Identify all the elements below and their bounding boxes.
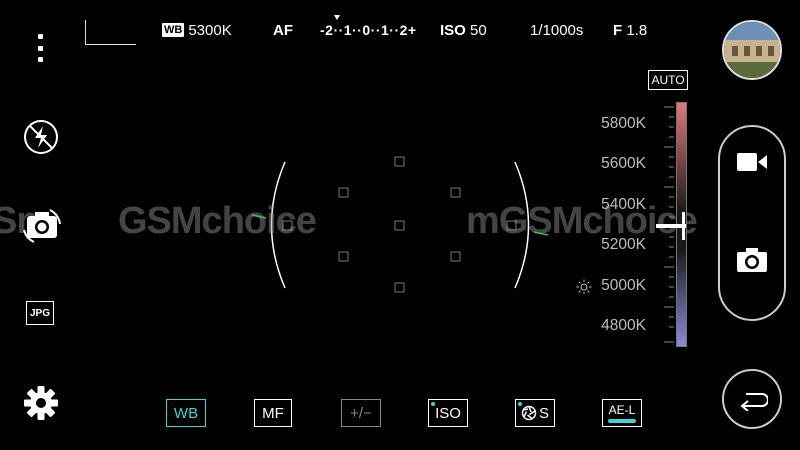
settings-gear-icon[interactable] [22,384,60,422]
thumbnail-image [724,22,780,78]
photo-camera-icon [737,248,767,272]
iso-status-label: ISO [440,21,466,39]
ae-lock-button[interactable]: AE-L [602,399,642,427]
iso-button-label: ISO [435,404,461,422]
iso-status: ISO 50 [440,18,487,42]
wb-status-value: 5300K [188,21,232,39]
flash-off-icon[interactable] [22,118,60,156]
iso-button[interactable]: ISO [428,399,468,427]
shutter-button-label: S [538,404,549,422]
wb-label-5200: 5200K [601,236,646,253]
aperture-icon [521,405,537,421]
shutter-status: 1/1000s [530,21,584,39]
aperture-status: F 1.8 [613,18,647,42]
gallery-thumbnail[interactable] [722,20,782,80]
wb-label-5400: 5400K [601,196,646,213]
wb-status: WB 5300K [162,18,232,42]
iso-status-value: 50 [470,21,487,39]
exposure-button[interactable]: +/− [341,399,381,427]
wb-label-5000: 5000K [601,277,646,294]
back-arrow-icon [740,393,768,411]
wb-label-5800: 5800K [601,115,646,132]
watermark-left: GSMchoice [118,200,317,242]
ev-scale: -2··1··0··1··2+ [320,22,417,38]
ae-lock-indicator [608,419,636,423]
viewfinder-corner [85,20,136,45]
format-jpg-button[interactable]: JPG [26,301,54,325]
menu-kebab-icon[interactable] [37,34,43,62]
wb-slider-knob-stem [682,212,685,240]
focus-mode-status: AF [273,21,293,39]
wb-badge: WB [162,23,185,37]
exposure-label: +/− [350,404,372,422]
wb-auto-button[interactable]: AUTO [648,70,688,90]
shutter-button[interactable]: S [515,399,555,427]
video-camera-icon [737,153,767,171]
sun-icon [576,279,592,295]
back-button[interactable] [722,369,782,429]
shutter-indicator-dot [518,402,522,406]
take-photo-button[interactable] [720,228,784,292]
aperture-label: F [613,21,623,39]
ae-lock-label: AE-L [608,402,636,417]
aperture-value: 1.8 [626,21,648,39]
manual-focus-button[interactable]: MF [254,399,292,427]
switch-camera-icon[interactable] [22,206,62,244]
wb-label-5600: 5600K [601,155,646,172]
wb-button[interactable]: WB [166,399,206,427]
record-video-button[interactable] [720,130,784,194]
wb-label-4800: 4800K [601,317,646,334]
iso-indicator-dot [431,402,435,406]
